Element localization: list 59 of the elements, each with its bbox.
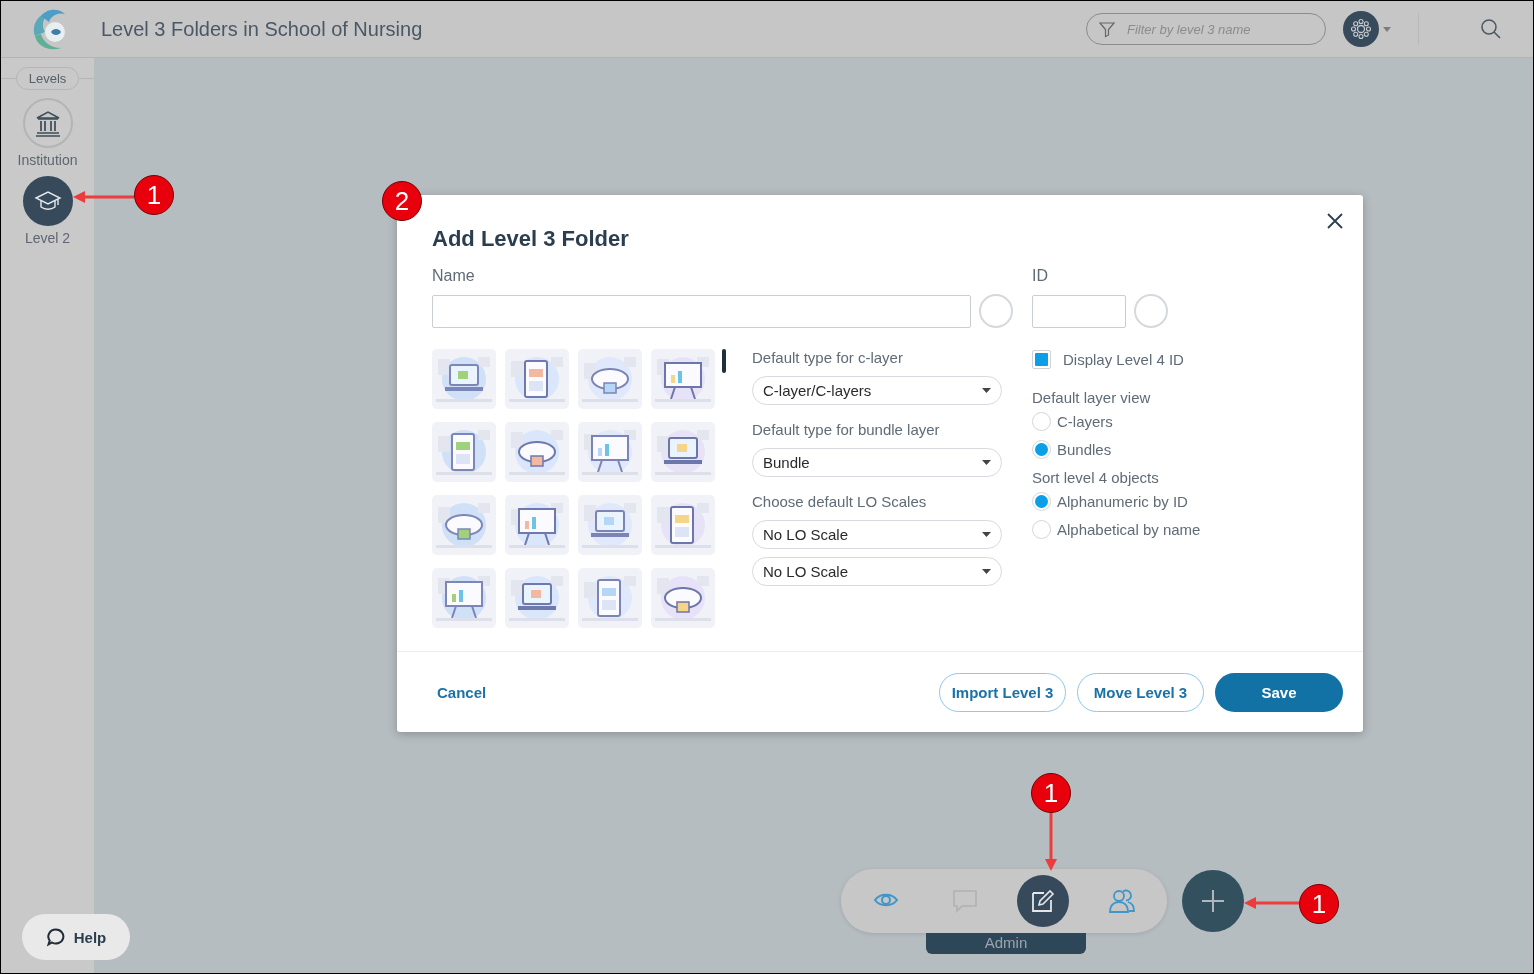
funnel-icon: [1098, 20, 1116, 38]
callout-arrow: [1244, 897, 1299, 909]
status-ring: [979, 294, 1013, 328]
users-icon: [1107, 887, 1136, 915]
admin-tab[interactable]: Admin: [926, 933, 1086, 954]
caret-icon: [982, 532, 991, 537]
caret-icon: [982, 388, 991, 393]
filter-field[interactable]: Filter by level 3 name: [1086, 13, 1326, 45]
radio-button[interactable]: [1032, 439, 1051, 459]
radio-label: Alphanumeric by ID: [1057, 492, 1188, 510]
save-button[interactable]: Save: [1215, 672, 1343, 712]
plus-icon: [1201, 889, 1225, 913]
callout-marker: 2: [382, 181, 422, 221]
field-label: ID: [1032, 267, 1049, 285]
field-label: Default type for bundle layer: [752, 421, 941, 439]
avatar-button[interactable]: [1343, 11, 1379, 47]
callout-arrow: [1045, 813, 1057, 871]
radio-button[interactable]: [1032, 491, 1051, 511]
checkbox-label: Display Level 4 ID: [1063, 350, 1184, 368]
name-field[interactable]: [432, 294, 971, 328]
level-button[interactable]: [22, 176, 73, 226]
radio-label: Bundles: [1057, 440, 1112, 458]
field-label: Default type for c-layer: [752, 349, 904, 367]
callout-marker: 1: [134, 175, 174, 215]
dropdown[interactable]: C-layer/C-layers: [752, 376, 1002, 405]
radio-label: Alphabetical by name: [1057, 520, 1201, 538]
callout-arrow: [73, 191, 134, 203]
caret-icon: [982, 460, 991, 465]
group-label: Sort level 4 objects: [1032, 469, 1160, 487]
level-label: Level 2: [24, 230, 71, 246]
chat-icon: [45, 927, 66, 947]
radio-button[interactable]: [1032, 411, 1051, 431]
action-button[interactable]: Move Level 3: [1077, 672, 1204, 712]
help-button[interactable]: Help: [22, 914, 130, 960]
id-field[interactable]: [1032, 294, 1126, 328]
search-icon[interactable]: [1479, 17, 1503, 41]
level-button[interactable]: [22, 98, 73, 148]
field-label: Name: [432, 267, 476, 285]
flower-icon: [1349, 17, 1373, 41]
group-label: Default layer view: [1032, 389, 1152, 407]
field-label: Choose default LO Scales: [752, 493, 928, 511]
caret-icon: [982, 569, 991, 574]
page-title: Level 3 Folders in School of Nursing: [101, 17, 423, 41]
action-button[interactable]: Import Level 3: [939, 672, 1066, 712]
dropdown[interactable]: No LO Scale: [752, 520, 1002, 549]
dialog-title: Add Level 3 Folder: [432, 225, 630, 253]
checkbox[interactable]: [1032, 349, 1051, 369]
level-label: Institution: [17, 152, 78, 168]
close-button[interactable]: [1325, 211, 1345, 231]
radio-button[interactable]: [1032, 519, 1051, 539]
cancel-link[interactable]: Cancel: [437, 683, 487, 701]
dropdown[interactable]: No LO Scale: [752, 557, 1002, 586]
radio-label: C-layers: [1057, 412, 1113, 430]
status-ring: [1134, 294, 1168, 328]
callout-marker: 1: [1299, 884, 1339, 924]
close-icon: [1325, 211, 1345, 231]
toolbar-button[interactable]: [1017, 875, 1070, 927]
callout-marker: 1: [1031, 773, 1071, 813]
dropdown[interactable]: Bundle: [752, 448, 1002, 477]
